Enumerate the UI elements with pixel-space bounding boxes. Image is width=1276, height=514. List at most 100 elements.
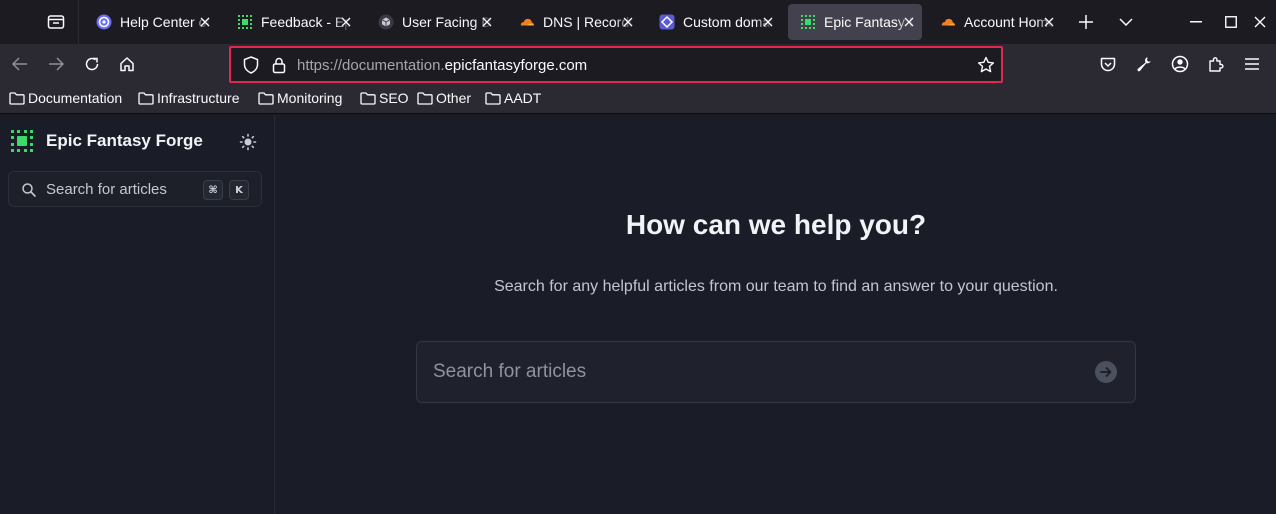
close-icon xyxy=(1254,16,1266,28)
developer-tools-button[interactable] xyxy=(1132,52,1156,76)
close-tab-icon[interactable] xyxy=(1042,15,1056,29)
bookmark-star-icon[interactable] xyxy=(977,56,995,74)
tab-user-facing-docs[interactable]: User Facing Docs xyxy=(366,4,500,40)
main-content: How can we help you? Search for any help… xyxy=(276,115,1276,514)
maximize-icon xyxy=(1225,16,1237,28)
hamburger-menu-icon xyxy=(1245,58,1259,70)
bookmark-label: SEO xyxy=(379,90,409,106)
url-bar[interactable]: https://documentation.epicfantasyforge.c… xyxy=(229,46,1003,83)
hero-subtitle: Search for any helpful articles from our… xyxy=(494,278,1058,295)
back-button[interactable] xyxy=(8,52,32,76)
article-search-input[interactable] xyxy=(417,342,1077,402)
puzzle-icon xyxy=(1208,56,1224,72)
close-tab-icon[interactable] xyxy=(339,15,353,29)
reload-icon xyxy=(84,56,100,72)
cube-icon xyxy=(378,14,394,30)
tab-title: Help Center of xyxy=(120,14,210,30)
app-menu-button[interactable] xyxy=(1240,52,1264,76)
epic-fantasy-forge-logo xyxy=(10,129,34,153)
navigation-toolbar: https://documentation.epicfantasyforge.c… xyxy=(0,44,1276,84)
close-tab-icon[interactable] xyxy=(902,15,916,29)
minimize-icon xyxy=(1190,21,1202,23)
firefox-view-button[interactable] xyxy=(44,11,68,33)
home-icon xyxy=(119,56,135,72)
bookmark-label: Documentation xyxy=(28,90,123,106)
bookmark-folder-infrastructure[interactable]: Infrastructure xyxy=(138,90,239,106)
wrench-icon xyxy=(1136,56,1152,72)
green-grid-icon xyxy=(237,14,253,30)
forward-button[interactable] xyxy=(44,52,68,76)
maximize-button[interactable] xyxy=(1221,12,1241,32)
tab-epic-fantasy-forge[interactable]: Epic Fantasy Forge xyxy=(788,4,922,40)
bookmark-folder-documentation[interactable]: Documentation xyxy=(9,90,122,106)
blue-swirl-icon xyxy=(96,14,112,30)
bookmark-label: Other xyxy=(436,90,472,106)
close-tab-icon[interactable] xyxy=(480,15,494,29)
sun-icon xyxy=(239,133,257,151)
cloud-icon xyxy=(519,14,535,30)
tab-title: User Facing Docs xyxy=(402,14,492,30)
folder-icon xyxy=(9,91,25,105)
chevron-down-icon xyxy=(1119,18,1133,26)
theme-toggle-button[interactable] xyxy=(238,132,258,152)
shortcut-key-cmd: ⌘ xyxy=(203,180,223,200)
close-tab-icon[interactable] xyxy=(761,15,775,29)
green-grid-icon xyxy=(800,14,816,30)
tab-title: DNS | Records xyxy=(543,14,633,30)
account-icon xyxy=(1171,55,1189,73)
arrow-left-icon xyxy=(12,57,28,71)
search-icon xyxy=(21,182,37,198)
tab-custom-domain[interactable]: Custom domain xyxy=(647,4,781,40)
folder-icon xyxy=(417,91,433,105)
minimize-button[interactable] xyxy=(1186,12,1206,32)
close-tab-icon[interactable] xyxy=(198,15,212,29)
tab-title: Custom domain xyxy=(683,14,773,30)
bookmarks-toolbar: Documentation Infrastructure Monitoring … xyxy=(0,84,1276,114)
bookmark-label: Infrastructure xyxy=(157,90,240,106)
purple-diamond-icon xyxy=(659,14,675,30)
bookmark-folder-aadt[interactable]: AADT xyxy=(485,90,541,106)
tab-title: Feedback - Epic xyxy=(261,14,351,30)
sidebar-search-button[interactable]: Search for articles ⌘ K xyxy=(8,171,262,207)
pocket-button[interactable] xyxy=(1096,52,1120,76)
url-text[interactable]: https://documentation.epicfantasyforge.c… xyxy=(297,57,587,74)
shield-icon[interactable] xyxy=(242,56,260,74)
docs-sidebar: Epic Fantasy Forge Search for articles ⌘… xyxy=(0,115,275,514)
bookmark-folder-seo[interactable]: SEO xyxy=(360,90,409,106)
list-all-tabs-button[interactable] xyxy=(1116,12,1136,32)
tab-help-center[interactable]: Help Center of xyxy=(84,4,218,40)
tab-title: Epic Fantasy Forge xyxy=(824,14,914,30)
bookmark-folder-monitoring[interactable]: Monitoring xyxy=(258,90,342,106)
extensions-button[interactable] xyxy=(1204,52,1228,76)
url-domain: epicfantasyforge.com xyxy=(444,57,588,74)
url-prefix: https://documentation. xyxy=(297,57,445,74)
arrow-right-icon xyxy=(1100,367,1112,377)
pocket-icon xyxy=(1100,57,1116,72)
bookmark-folder-other[interactable]: Other xyxy=(417,90,471,106)
tab-strip-divider xyxy=(78,0,79,44)
sidebar-search-placeholder: Search for articles xyxy=(46,181,167,198)
brand[interactable]: Epic Fantasy Forge xyxy=(10,129,203,153)
bookmark-label: AADT xyxy=(504,90,542,106)
close-tab-icon[interactable] xyxy=(621,15,635,29)
bookmark-label: Monitoring xyxy=(277,90,343,106)
folder-icon xyxy=(485,91,501,105)
tab-dns-records[interactable]: DNS | Records xyxy=(507,4,641,40)
article-search-box xyxy=(416,341,1136,403)
tab-feedback[interactable]: Feedback - Epic xyxy=(225,4,359,40)
reload-button[interactable] xyxy=(80,52,104,76)
shortcut-key-k: K xyxy=(229,180,249,200)
search-submit-button[interactable] xyxy=(1095,361,1117,383)
new-tab-button[interactable] xyxy=(1076,12,1096,32)
account-button[interactable] xyxy=(1168,52,1192,76)
folder-icon xyxy=(258,91,274,105)
hero-title: How can we help you? xyxy=(625,209,927,240)
lock-icon[interactable] xyxy=(270,56,288,74)
home-button[interactable] xyxy=(115,52,139,76)
close-window-button[interactable] xyxy=(1250,12,1270,32)
folder-icon xyxy=(138,91,154,105)
plus-icon xyxy=(1079,15,1093,29)
web-page: Epic Fantasy Forge Search for articles ⌘… xyxy=(0,115,1276,514)
folder-icon xyxy=(360,91,376,105)
tab-account-home[interactable]: Account Home xyxy=(928,4,1062,40)
